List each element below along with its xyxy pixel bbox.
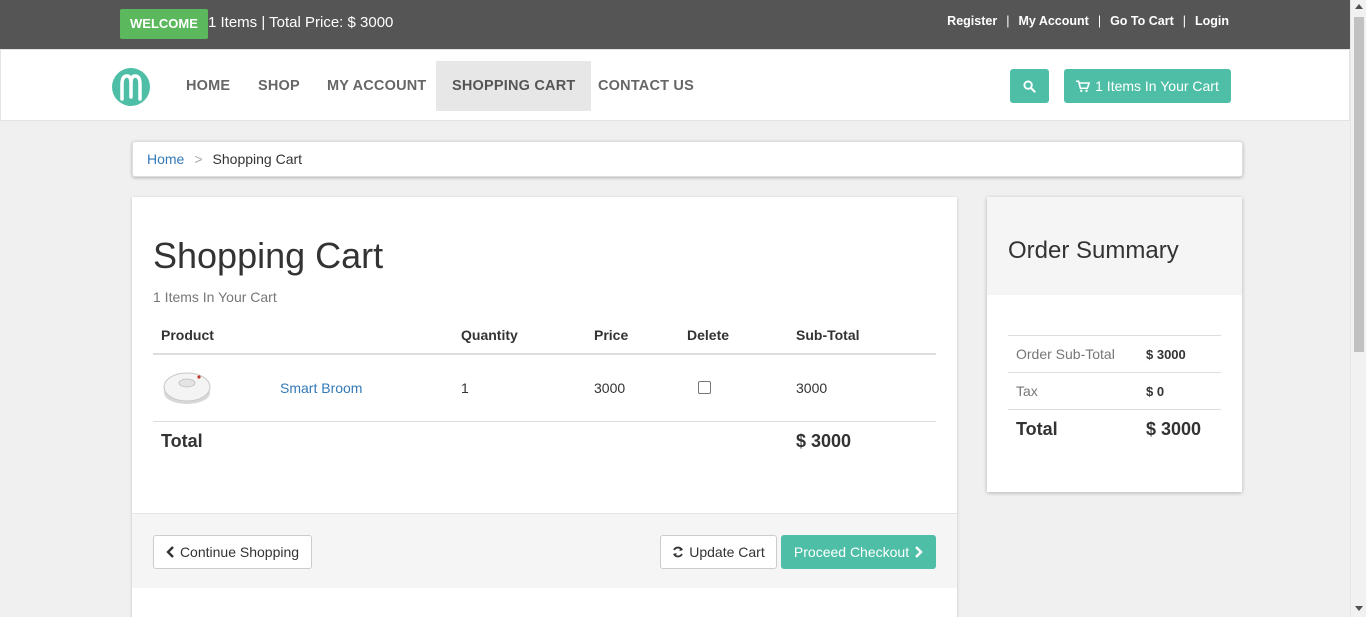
scroll-up-arrow-icon[interactable] (1355, 4, 1363, 9)
breadcrumb-home-link[interactable]: Home (147, 151, 184, 167)
shopping-cart-icon (1076, 79, 1091, 92)
summary-total-label: Total (1008, 409, 1138, 450)
empty-cell (453, 421, 586, 461)
breadcrumb-current: Shopping Cart (212, 151, 303, 167)
header-product: Product (153, 317, 272, 355)
summary-total-row: Total $ 3000 (1008, 409, 1221, 450)
scrollbar-thumb[interactable] (1354, 17, 1364, 352)
main-navbar: HOME SHOP MY ACCOUNT SHOPPING CART CONTA… (0, 49, 1350, 121)
cart-item-count: 1 Items In Your Cart (153, 289, 277, 305)
refresh-icon (673, 546, 684, 558)
summary-row: Order Sub-Total $ 3000 (1008, 335, 1221, 373)
search-button[interactable] (1010, 69, 1049, 103)
order-summary-table: Order Sub-Total $ 3000 Tax $ 0 Total $ 3… (1008, 335, 1221, 450)
tax-label: Tax (1008, 372, 1138, 410)
tax-value: $ 0 (1138, 372, 1221, 410)
total-label: Total (161, 430, 203, 451)
order-summary-title: Order Summary (987, 197, 1242, 295)
header-quantity: Quantity (453, 317, 586, 355)
cart-actions: Continue Shopping Update Cart Proceed Ch… (132, 513, 957, 588)
product-price: 3000 (586, 354, 679, 422)
cart-total-row: Total $ 3000 (153, 421, 936, 461)
table-row: Smart Broom 1 3000 3000 (153, 354, 936, 422)
order-summary: Order Summary Order Sub-Total $ 3000 Tax… (987, 197, 1242, 492)
cart-button[interactable]: 1 Items In Your Cart (1064, 69, 1231, 103)
nav-home[interactable]: HOME (170, 61, 246, 111)
subtotal-label: Order Sub-Total (1008, 335, 1138, 373)
go-to-cart-link[interactable]: Go To Cart (1110, 14, 1174, 28)
brand-logo[interactable] (111, 67, 151, 107)
cart-panel: Shopping Cart 1 Items In Your Cart Produ… (132, 197, 957, 617)
my-account-link[interactable]: My Account (1018, 14, 1088, 28)
product-image[interactable] (161, 363, 213, 409)
empty-cell (586, 421, 679, 461)
breadcrumb: Home > Shopping Cart (132, 141, 1243, 177)
update-cart-label: Update Cart (689, 544, 765, 560)
header-product-name (272, 317, 453, 355)
cart-button-label: 1 Items In Your Cart (1095, 78, 1219, 94)
header-subtotal: Sub-Total (788, 317, 936, 355)
nav-shopping-cart[interactable]: SHOPPING CART (436, 61, 592, 111)
update-cart-button[interactable]: Update Cart (660, 535, 777, 569)
summary-row: Tax $ 0 (1008, 372, 1221, 410)
subtotal-value: $ 3000 (1138, 335, 1221, 373)
continue-shopping-label: Continue Shopping (179, 544, 300, 560)
empty-cell (679, 421, 788, 461)
nav-shop[interactable]: SHOP (242, 61, 316, 111)
nav-my-account[interactable]: MY ACCOUNT (311, 61, 442, 111)
top-links: Register | My Account | Go To Cart | Login (947, 14, 1229, 28)
page-title: Shopping Cart (153, 235, 384, 276)
total-value: $ 3000 (796, 430, 852, 451)
header-price: Price (586, 317, 679, 355)
cart-summary-text: 1 Items | Total Price: $ 3000 (208, 14, 394, 31)
product-subtotal: 3000 (788, 354, 936, 422)
product-name-link[interactable]: Smart Broom (280, 380, 362, 396)
scroll-down-arrow-icon[interactable] (1355, 606, 1363, 611)
cart-table-header: Product Quantity Price Delete Sub-Total (153, 317, 936, 355)
link-separator: | (1097, 14, 1102, 28)
proceed-checkout-label: Proceed Checkout (793, 544, 910, 560)
register-link[interactable]: Register (947, 14, 997, 28)
delete-cell (679, 354, 788, 422)
product-name-cell: Smart Broom (272, 354, 453, 422)
chevron-right-icon (915, 546, 923, 558)
link-separator: | (1006, 14, 1010, 28)
cart-table: Product Quantity Price Delete Sub-Total (153, 317, 936, 461)
nav-contact-us[interactable]: CONTACT US (582, 61, 710, 111)
product-quantity: 1 (453, 354, 586, 422)
empty-cell (272, 421, 453, 461)
top-bar: WELCOME 1 Items | Total Price: $ 3000 Re… (0, 0, 1350, 49)
summary-total-value: $ 3000 (1138, 409, 1221, 450)
delete-checkbox[interactable] (698, 381, 711, 395)
login-link[interactable]: Login (1195, 14, 1229, 28)
product-image-cell (153, 354, 272, 422)
link-separator: | (1182, 14, 1186, 28)
breadcrumb-separator: > (194, 151, 203, 167)
proceed-checkout-button[interactable]: Proceed Checkout (781, 535, 936, 569)
search-icon (1023, 79, 1036, 93)
header-delete: Delete (679, 317, 788, 355)
continue-shopping-button[interactable]: Continue Shopping (153, 535, 312, 569)
page-scrollbar[interactable] (1350, 0, 1366, 617)
chevron-left-icon (166, 546, 174, 558)
welcome-badge: WELCOME (120, 9, 208, 39)
